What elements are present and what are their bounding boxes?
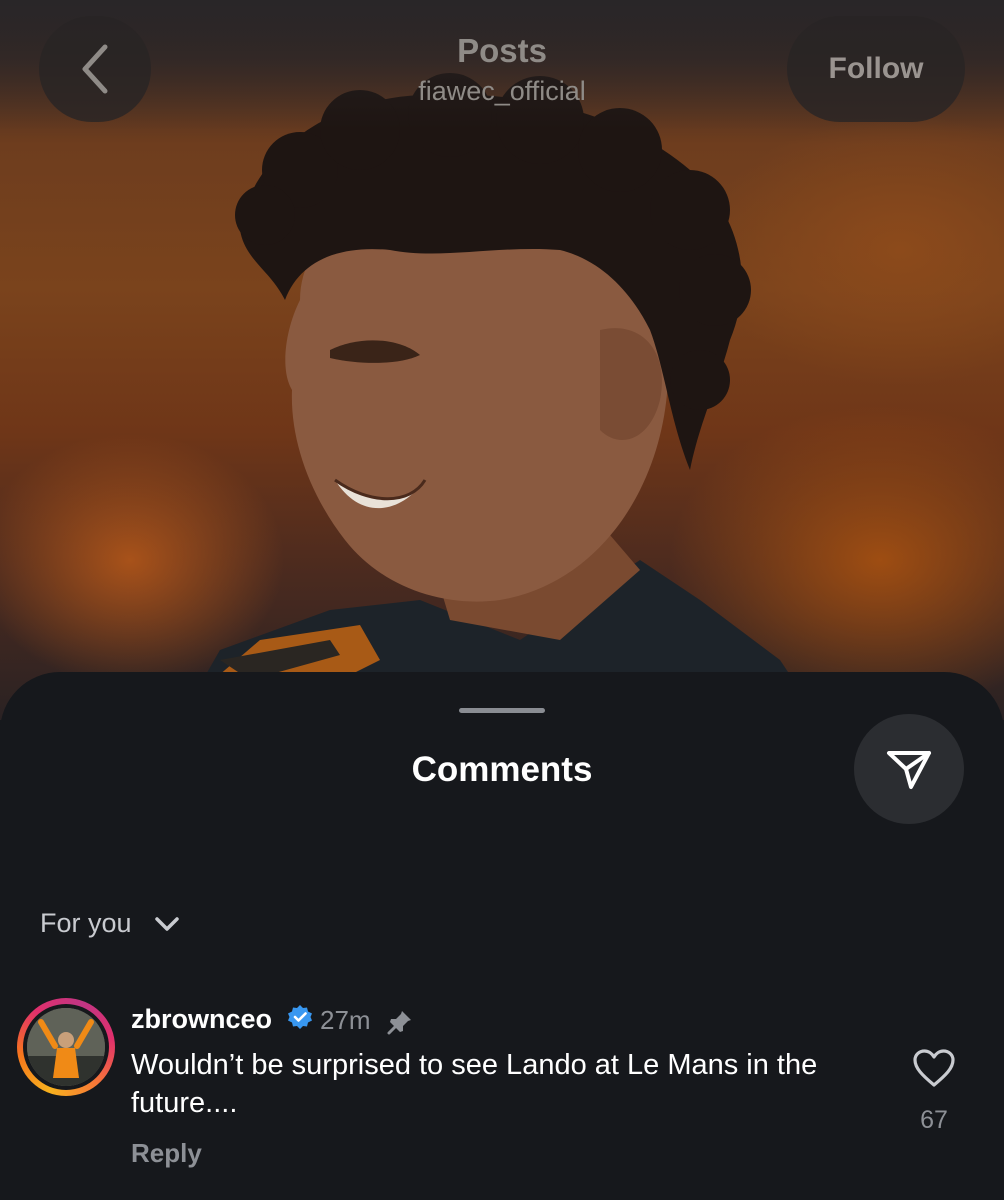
sort-label: For you [40, 908, 132, 938]
send-icon [887, 751, 931, 789]
like-count: 67 [920, 1106, 948, 1134]
reply-button[interactable]: Reply [131, 1138, 202, 1169]
comment-text: Wouldn’t be surprised to see Lando at Le… [131, 1049, 818, 1119]
comment-timestamp: 27m [320, 1005, 371, 1035]
share-button[interactable] [854, 714, 964, 824]
comment-username[interactable]: zbrownceo [131, 1004, 272, 1035]
chevron-down-icon [154, 916, 180, 932]
avatar-image [27, 1008, 105, 1086]
pin-icon [387, 1011, 411, 1035]
comments-sheet: Comments For you zbrownceo 27m Wouldn’t … [0, 672, 1004, 1200]
avatar[interactable] [17, 998, 115, 1096]
sort-dropdown[interactable]: For you [40, 908, 180, 939]
heart-icon[interactable] [912, 1048, 956, 1088]
sheet-drag-handle[interactable] [459, 708, 545, 713]
follow-button[interactable]: Follow [787, 16, 965, 122]
verified-badge-icon [288, 1005, 312, 1029]
